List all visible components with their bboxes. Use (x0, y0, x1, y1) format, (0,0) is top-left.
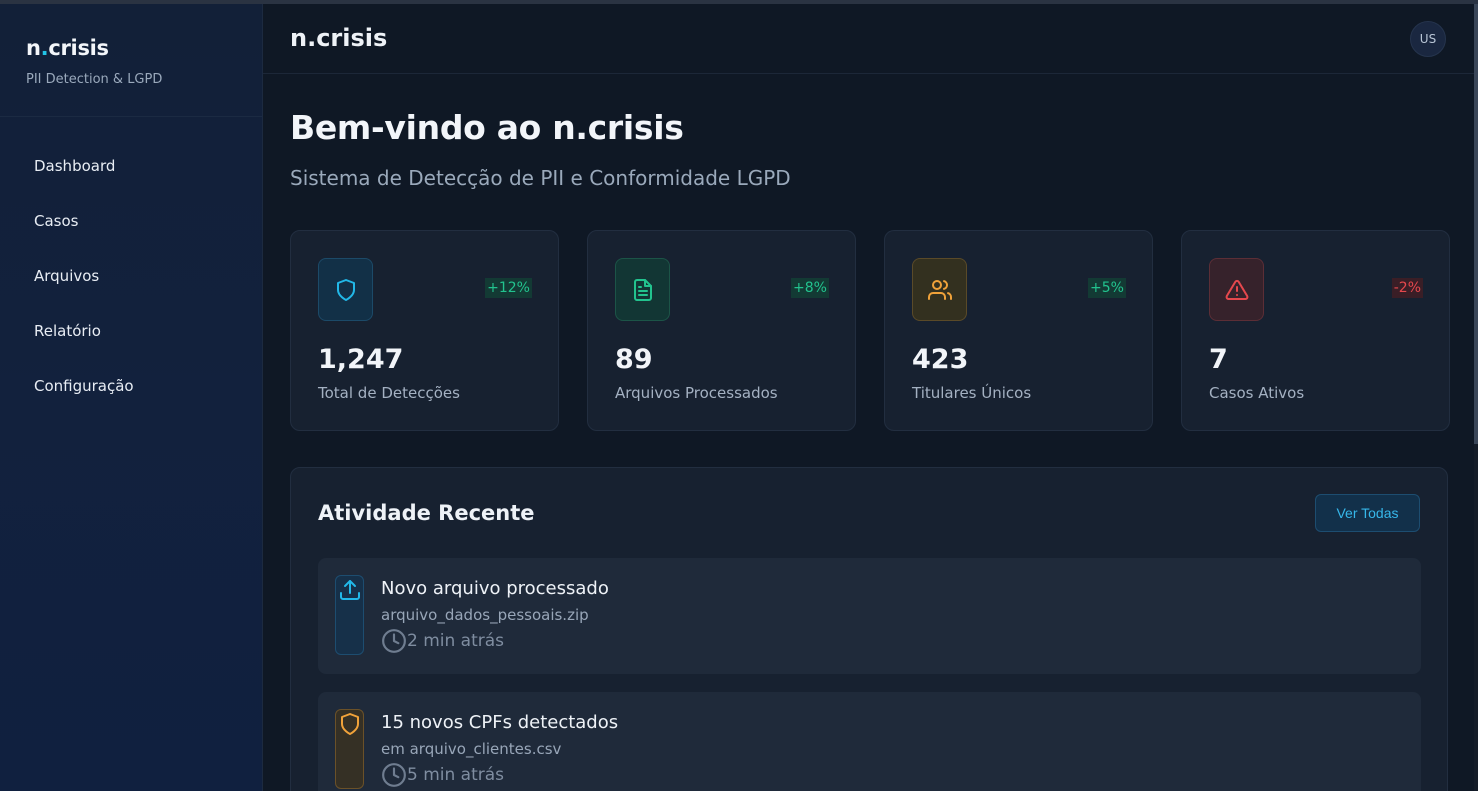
stat-label: Casos Ativos (1209, 384, 1305, 402)
stat-label: Total de Detecções (318, 384, 460, 402)
activity-time-text: 2 min atrás (407, 631, 505, 651)
stats-row: +12% 1,247 Total de Detecções +8% 89 Arq… (290, 230, 1450, 431)
clock-icon (382, 763, 406, 787)
stat-card-subjects[interactable]: +5% 423 Titulares Únicos (884, 230, 1153, 431)
stat-card-detections[interactable]: +12% 1,247 Total de Detecções (290, 230, 559, 431)
activity-detail: em arquivo_clientes.csv (381, 740, 562, 758)
scrollbar-thumb[interactable] (1474, 4, 1478, 444)
sidebar-item-dashboard[interactable]: Dashboard (0, 155, 262, 210)
sidebar-item-relatorio[interactable]: Relatório (0, 320, 262, 375)
stat-label: Arquivos Processados (615, 384, 778, 402)
shield-icon (318, 258, 373, 321)
activity-detail: arquivo_dados_pessoais.zip (381, 606, 589, 624)
stat-change-badge: +5% (1088, 278, 1126, 298)
activity-time: 5 min atrás (381, 762, 504, 788)
activity-title-text: Novo arquivo processado (381, 578, 609, 599)
activity-title: Atividade Recente (318, 501, 535, 525)
sidebar-item-casos[interactable]: Casos (0, 210, 262, 265)
stat-change-badge: +8% (791, 278, 829, 298)
alert-triangle-icon (1209, 258, 1264, 321)
activity-time: 2 min atrás (381, 628, 504, 654)
brand-name[interactable]: n.crisis (26, 36, 262, 60)
stat-label: Titulares Únicos (912, 384, 1032, 402)
brand-name-suffix: crisis (48, 36, 109, 60)
activity-item[interactable]: Novo arquivo processado arquivo_dados_pe… (318, 558, 1421, 674)
stat-change-badge: +12% (485, 278, 532, 298)
users-icon (912, 258, 967, 321)
activity-title-text: 15 novos CPFs detectados (381, 712, 619, 733)
page-title: Bem-vindo ao n.crisis (290, 108, 684, 147)
page-subtitle: Sistema de Detecção de PII e Conformidad… (290, 166, 791, 190)
stat-change-badge: -2% (1391, 278, 1423, 298)
stat-value: 1,247 (318, 344, 404, 375)
brand: n.crisis PII Detection & LGPD (0, 4, 262, 117)
recent-activity-panel: Atividade Recente Ver Todas Novo arquivo… (290, 467, 1448, 791)
sidebar-item-configuracao[interactable]: Configuração (0, 375, 262, 430)
activity-item[interactable]: 15 novos CPFs detectados em arquivo_clie… (318, 692, 1421, 791)
header-title: n.crisis (290, 24, 388, 52)
sidebar: n.crisis PII Detection & LGPD Dashboard … (0, 4, 263, 791)
upload-icon (335, 575, 364, 655)
view-all-button[interactable]: Ver Todas (1315, 494, 1420, 532)
top-header: n.crisis US (263, 4, 1474, 74)
clock-icon (382, 629, 406, 653)
user-avatar[interactable]: US (1410, 21, 1446, 57)
brand-subtitle: PII Detection & LGPD (26, 72, 163, 87)
activity-time-text: 5 min atrás (407, 765, 505, 785)
stat-card-files[interactable]: +8% 89 Arquivos Processados (587, 230, 856, 431)
stat-value: 423 (912, 344, 969, 375)
stat-card-active-cases[interactable]: -2% 7 Casos Ativos (1181, 230, 1450, 431)
stat-value: 89 (615, 344, 653, 375)
stat-value: 7 (1209, 344, 1228, 375)
brand-name-prefix: n (26, 36, 41, 60)
main-content: n.crisis US Bem-vindo ao n.crisis Sistem… (263, 4, 1474, 791)
shield-icon (335, 709, 364, 789)
document-icon (615, 258, 670, 321)
sidebar-nav: Dashboard Casos Arquivos Relatório Confi… (0, 117, 262, 430)
sidebar-item-arquivos[interactable]: Arquivos (0, 265, 262, 320)
